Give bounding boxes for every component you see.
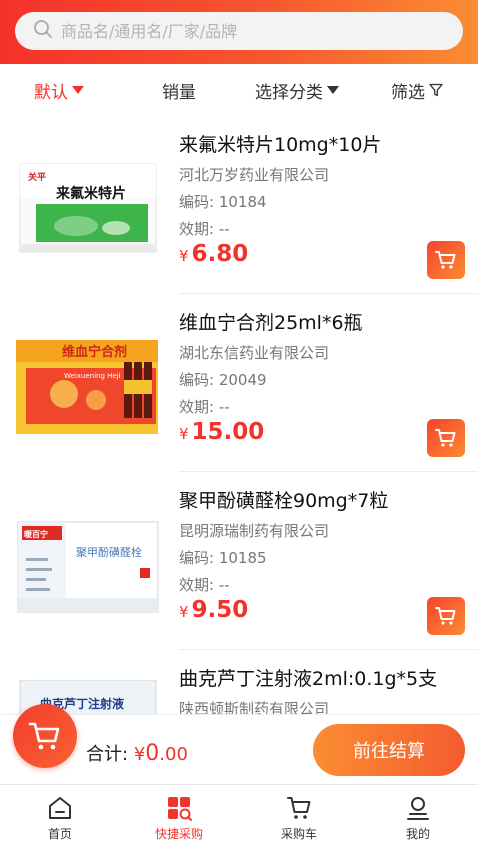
product-maker: 湖北东信药业有限公司 bbox=[179, 344, 330, 362]
total-currency: ¥ bbox=[133, 744, 146, 765]
product-image: 关平 来氟米特片 bbox=[16, 142, 160, 262]
tab-bar: 首页 快捷采购 采购车 我的 bbox=[0, 784, 478, 850]
total-dec: .00 bbox=[159, 744, 188, 765]
funnel-icon bbox=[429, 83, 443, 97]
profile-icon bbox=[407, 797, 429, 820]
product-item[interactable]: 暖百宁 聚甲酚磺醛栓 聚甲酚磺醛栓90mg*7粒 昆明源瑞制药有限公司 编码: … bbox=[0, 472, 478, 650]
currency-symbol: ¥ bbox=[179, 425, 189, 443]
add-to-cart-button[interactable] bbox=[427, 419, 465, 457]
tab-quick-purchase-label: 快捷采购 bbox=[154, 827, 203, 841]
checkout-button[interactable]: 前往结算 bbox=[313, 724, 465, 776]
total-label: 合计: bbox=[86, 744, 129, 765]
tab-profile[interactable]: 我的 bbox=[378, 785, 458, 850]
product-name: 曲克芦丁注射液2ml:0.1g*5支 bbox=[179, 668, 438, 690]
product-item[interactable]: 维血宁合剂 Weixuening Heji 维血宁合剂25ml*6瓶 湖北东信药… bbox=[0, 294, 478, 472]
product-name: 维血宁合剂25ml*6瓶 bbox=[179, 312, 363, 334]
header bbox=[0, 0, 478, 64]
product-item[interactable]: 关平 来氟米特片 来氟米特片10mg*10片 河北万岁药业有限公司 编码: 10… bbox=[0, 116, 478, 294]
quick-purchase-icon bbox=[168, 797, 192, 821]
total-summary: 合计: ¥0.00 bbox=[86, 740, 188, 766]
add-to-cart-button[interactable] bbox=[427, 597, 465, 635]
search-input[interactable] bbox=[61, 21, 441, 41]
product-code: 编码: 10184 bbox=[179, 193, 267, 211]
product-name: 聚甲酚磺醛栓90mg*7粒 bbox=[179, 490, 389, 512]
caret-down-icon bbox=[327, 85, 339, 94]
tab-home[interactable]: 首页 bbox=[20, 785, 100, 850]
price-value: 9.50 bbox=[191, 597, 249, 623]
price-value: 6.80 bbox=[191, 241, 249, 267]
add-to-cart-button[interactable] bbox=[427, 241, 465, 279]
product-price: ¥6.80 bbox=[179, 241, 248, 267]
product-maker: 昆明源瑞制药有限公司 bbox=[179, 522, 330, 540]
cart-icon bbox=[435, 607, 456, 625]
product-image-brand: 关平 bbox=[28, 171, 46, 183]
product-price: ¥9.50 bbox=[179, 597, 248, 623]
product-image-brand: 暖百宁 bbox=[24, 529, 48, 539]
product-code: 编码: 20049 bbox=[179, 371, 267, 389]
product-expiry: 效期: -- bbox=[179, 576, 230, 594]
filter-bar: 默认 销量 选择分类 筛选 bbox=[0, 64, 478, 116]
product-maker: 河北万岁药业有限公司 bbox=[179, 166, 330, 184]
filter-sales-label: 销量 bbox=[162, 82, 196, 103]
filter-default-label: 默认 bbox=[34, 82, 68, 103]
tab-quick-purchase[interactable]: 快捷采购 bbox=[139, 785, 219, 850]
home-icon bbox=[49, 797, 71, 819]
product-image-title: 来氟米特片 bbox=[55, 185, 126, 202]
cart-icon bbox=[28, 722, 60, 750]
product-expiry: 效期: -- bbox=[179, 220, 230, 238]
tab-cart[interactable]: 采购车 bbox=[259, 785, 339, 850]
filter-screen[interactable]: 筛选 bbox=[391, 64, 443, 116]
product-image-title: 维血宁合剂 bbox=[62, 344, 127, 360]
caret-down-icon bbox=[72, 85, 84, 94]
product-code: 编码: 10185 bbox=[179, 549, 267, 567]
product-image: 暖百宁 聚甲酚磺醛栓 bbox=[16, 498, 160, 618]
product-image: 维血宁合剂 Weixuening Heji bbox=[16, 320, 160, 440]
filter-category[interactable]: 选择分类 bbox=[255, 64, 339, 116]
product-image-subtitle: Weixuening Heji bbox=[64, 372, 121, 380]
product-name: 来氟米特片10mg*10片 bbox=[179, 134, 382, 156]
currency-symbol: ¥ bbox=[179, 603, 189, 621]
tab-cart-label: 采购车 bbox=[280, 827, 317, 841]
filter-screen-label: 筛选 bbox=[391, 82, 425, 103]
total-amount: ¥0.00 bbox=[133, 741, 188, 766]
cart-icon bbox=[287, 797, 311, 819]
tab-profile-label: 我的 bbox=[405, 827, 430, 841]
cart-icon bbox=[435, 251, 456, 269]
search-bar[interactable] bbox=[15, 12, 463, 50]
search-icon bbox=[33, 19, 53, 43]
filter-category-label: 选择分类 bbox=[255, 82, 323, 103]
product-price: ¥15.00 bbox=[179, 419, 264, 445]
tab-home-label: 首页 bbox=[47, 827, 72, 841]
total-int: 0 bbox=[145, 741, 160, 766]
product-expiry: 效期: -- bbox=[179, 398, 230, 416]
cart-button[interactable] bbox=[13, 704, 77, 768]
price-value: 15.00 bbox=[191, 419, 265, 445]
filter-sales[interactable]: 销量 bbox=[162, 64, 196, 116]
currency-symbol: ¥ bbox=[179, 247, 189, 265]
product-image-title: 聚甲酚磺醛栓 bbox=[76, 545, 142, 559]
cart-icon bbox=[435, 429, 456, 447]
filter-default[interactable]: 默认 bbox=[34, 64, 84, 116]
